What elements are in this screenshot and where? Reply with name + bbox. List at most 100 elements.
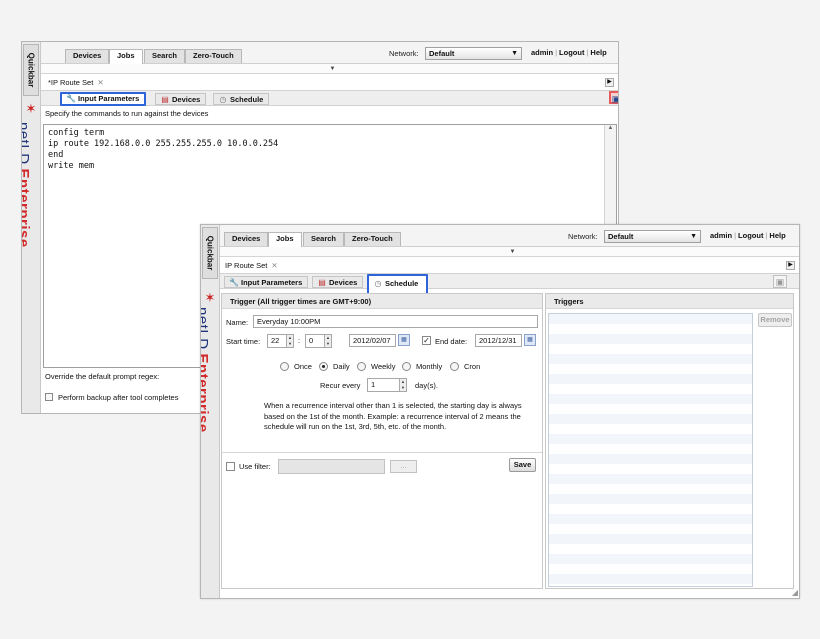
- chevron-down-icon: ▼: [329, 66, 336, 72]
- name-input[interactable]: Everyday 10:00PM: [253, 315, 538, 328]
- brand-star-icon: ✶: [204, 290, 216, 305]
- help-link[interactable]: Help: [590, 48, 606, 57]
- network-select[interactable]: Default ▼: [425, 47, 522, 60]
- clock-icon: ◷: [219, 95, 227, 104]
- tab-jobs[interactable]: Jobs: [109, 49, 143, 64]
- collapse-bar[interactable]: ▼: [220, 247, 799, 257]
- resize-grip-icon[interactable]: ◢: [792, 588, 798, 597]
- top-links: admin | Logout | Help: [531, 48, 607, 57]
- admin-link[interactable]: admin: [710, 231, 732, 240]
- radio-daily-label: Daily: [333, 362, 350, 371]
- backup-option[interactable]: Perform backup after tool completes: [45, 393, 178, 402]
- recur-interval-stepper[interactable]: 1 ▲ ▼: [367, 378, 407, 392]
- clock-icon: ◷: [374, 279, 382, 288]
- logout-link[interactable]: Logout: [559, 48, 584, 57]
- tab-scroll-right-icon[interactable]: ▶: [786, 261, 795, 270]
- tab-schedule[interactable]: ◷ Schedule: [213, 93, 270, 105]
- recur-unit-label: day(s).: [415, 381, 438, 390]
- save-floppy-icon[interactable]: ▣: [773, 275, 787, 288]
- close-icon[interactable]: ✕: [97, 78, 103, 87]
- start-minute-stepper[interactable]: 0 ▲ ▼: [305, 334, 332, 348]
- commands-text[interactable]: config term ip route 192.168.0.0 255.255…: [44, 125, 616, 175]
- tab-devices-config[interactable]: ▤ Devices: [312, 276, 364, 288]
- stepper-arrows-icon[interactable]: ▲ ▼: [286, 335, 293, 347]
- filter-input[interactable]: [278, 459, 385, 474]
- document-tab[interactable]: IP Route Set ✕: [221, 260, 282, 273]
- save-button[interactable]: Save: [509, 458, 536, 472]
- chevron-down-icon: ▼: [690, 233, 697, 240]
- radio-weekly-label: Weekly: [371, 362, 396, 371]
- filter-browse-button[interactable]: ...: [390, 460, 417, 473]
- backup-checkbox[interactable]: [45, 393, 53, 401]
- recur-every-label: Recur every: [320, 381, 361, 390]
- regex-label: Override the default prompt regex:: [45, 372, 160, 381]
- quickbar-tab[interactable]: Quickbar: [23, 44, 39, 96]
- quickbar-label: Quickbar: [26, 52, 36, 88]
- top-nav: Devices Jobs Search Zero-Touch Network: …: [41, 42, 618, 64]
- window-schedule: Quickbar ✶ netLDEnterprise Devices Jobs …: [200, 224, 800, 599]
- tab-devices[interactable]: Devices: [65, 49, 110, 63]
- tab-zero-touch[interactable]: Zero-Touch: [344, 232, 401, 246]
- stepper-arrows-icon[interactable]: ▲ ▼: [324, 335, 331, 347]
- calendar-icon[interactable]: ▦: [398, 334, 410, 346]
- wrench-icon: 🔧: [229, 278, 239, 287]
- start-date-input[interactable]: 2012/02/07: [349, 334, 396, 347]
- radio-cron[interactable]: [450, 362, 459, 371]
- triggers-panel: Triggers Remove: [545, 293, 794, 589]
- divider: [222, 452, 542, 453]
- tab-devices[interactable]: Devices: [224, 232, 269, 246]
- radio-monthly[interactable]: [402, 362, 411, 371]
- admin-link[interactable]: admin: [531, 48, 553, 57]
- recurrence-description: When a recurrence interval other than 1 …: [264, 401, 522, 431]
- devices-icon: ▤: [161, 95, 169, 104]
- quickbar-tab[interactable]: Quickbar: [202, 227, 218, 279]
- end-date-input[interactable]: 2012/12/31: [475, 334, 522, 347]
- radio-once[interactable]: [280, 362, 289, 371]
- tab-scroll-right-icon[interactable]: ▶: [605, 78, 614, 87]
- start-hour-stepper[interactable]: 22 ▲ ▼: [267, 334, 294, 348]
- name-label: Name:: [226, 318, 249, 327]
- tab-search[interactable]: Search: [303, 232, 345, 246]
- brand-logo: netLDEnterprise: [200, 307, 211, 433]
- help-link[interactable]: Help: [769, 231, 785, 240]
- tab-input-parameters[interactable]: 🔧 Input Parameters: [224, 276, 309, 288]
- quickbar-label: Quickbar: [205, 235, 215, 271]
- quickbar: Quickbar ✶ netLDEnterprise: [201, 225, 220, 598]
- triggers-list[interactable]: [548, 313, 753, 587]
- network-select[interactable]: Default ▼: [604, 230, 701, 243]
- save-floppy-icon[interactable]: ▣: [609, 91, 618, 104]
- devices-icon: ▤: [318, 278, 326, 287]
- network-label: Network:: [389, 49, 419, 58]
- triggers-header: Triggers: [546, 294, 793, 309]
- radio-cron-label: Cron: [464, 362, 481, 371]
- trigger-panel: Trigger (All trigger times are GMT+9:00)…: [221, 293, 543, 589]
- tab-search[interactable]: Search: [144, 49, 186, 63]
- chevron-down-icon: ▼: [511, 50, 518, 57]
- radio-weekly[interactable]: [357, 362, 366, 371]
- remove-button[interactable]: Remove: [758, 313, 792, 327]
- radio-once-label: Once: [294, 362, 312, 371]
- tab-devices-config[interactable]: ▤ Devices: [155, 93, 207, 105]
- schedule-content: Trigger (All trigger times are GMT+9:00)…: [221, 291, 794, 591]
- use-filter-checkbox[interactable]: [226, 462, 235, 471]
- subtab-bar: 🔧Input Parameters ▤Devices ◷Schedule ▣: [220, 273, 799, 296]
- instructions-text: Specify the commands to run against the …: [45, 109, 209, 118]
- top-nav: Devices Jobs Search Zero-Touch Network: …: [220, 225, 799, 247]
- tab-input-parameters[interactable]: 🔧 Input Parameters: [60, 92, 147, 106]
- radio-daily[interactable]: [319, 362, 328, 371]
- top-links: admin | Logout | Help: [710, 231, 786, 240]
- stepper-arrows-icon[interactable]: ▲ ▼: [399, 379, 406, 391]
- quickbar: Quickbar ✶ netLDEnterprise: [22, 42, 41, 413]
- end-date-checkbox[interactable]: ✓: [422, 336, 431, 345]
- time-separator: :: [298, 336, 301, 345]
- calendar-icon[interactable]: ▦: [524, 334, 536, 346]
- trigger-header: Trigger (All trigger times are GMT+9:00): [222, 294, 542, 309]
- close-icon[interactable]: ✕: [271, 261, 277, 270]
- document-tab[interactable]: *IP Route Set ✕: [44, 77, 108, 90]
- tab-jobs[interactable]: Jobs: [268, 232, 302, 247]
- logout-link[interactable]: Logout: [738, 231, 763, 240]
- chevron-up-icon[interactable]: ▲: [605, 125, 616, 131]
- collapse-bar[interactable]: ▼: [41, 64, 618, 74]
- network-label: Network:: [568, 232, 598, 241]
- tab-zero-touch[interactable]: Zero-Touch: [185, 49, 242, 63]
